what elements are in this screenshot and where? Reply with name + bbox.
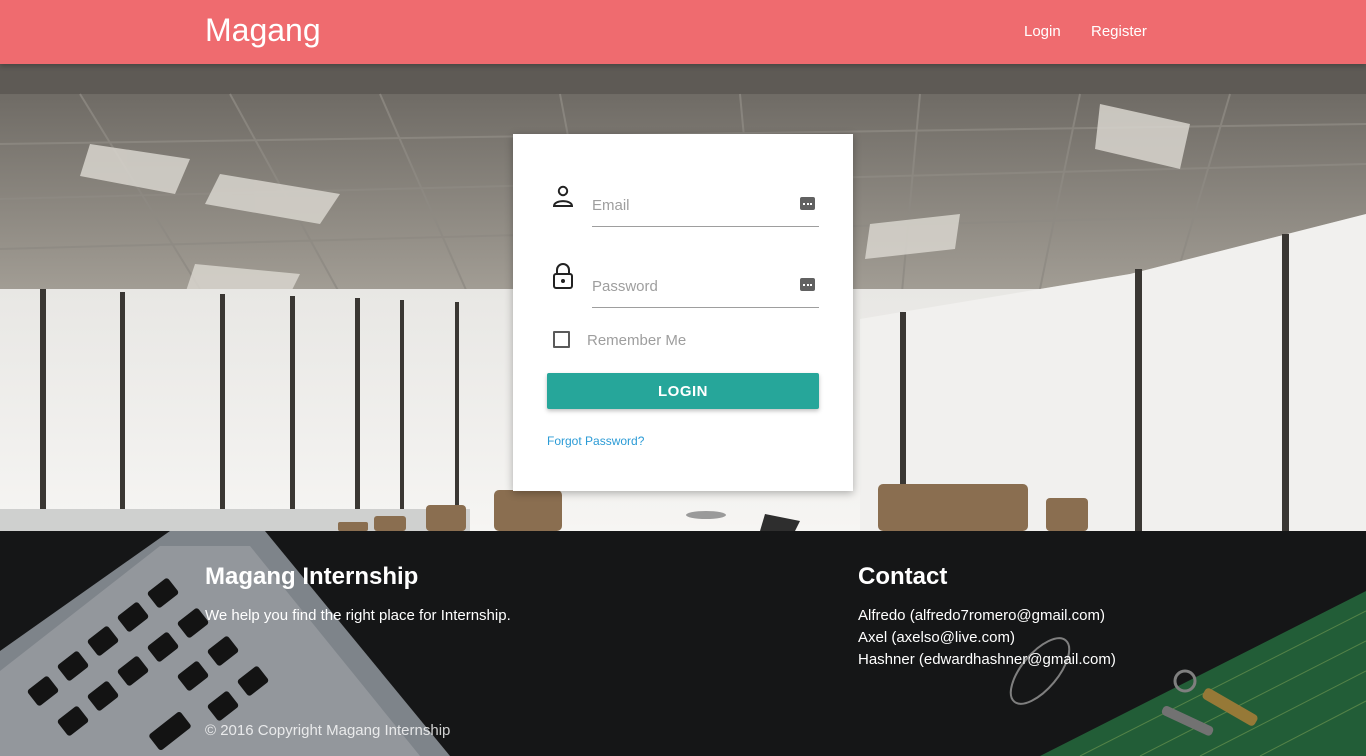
- contact-item: Hashner (edwardhashner@gmail.com): [858, 651, 1116, 668]
- person-icon: [551, 184, 575, 212]
- footer-about-title: Magang Internship: [205, 563, 419, 590]
- remember-me-label[interactable]: Remember Me: [587, 332, 686, 349]
- brand-logo[interactable]: Magang: [205, 12, 321, 49]
- login-button[interactable]: LOGIN: [547, 373, 819, 409]
- contact-item: Axel (axelso@live.com): [858, 629, 1015, 646]
- footer: Magang Internship We help you find the r…: [0, 531, 1366, 756]
- key-icon[interactable]: [800, 197, 815, 210]
- email-input[interactable]: [592, 197, 782, 214]
- contact-item: Alfredo (alfredo7romero@gmail.com): [858, 607, 1105, 624]
- footer-about-text: We help you find the right place for Int…: [205, 607, 511, 624]
- forgot-password-link[interactable]: Forgot Password?: [547, 434, 644, 448]
- hero-background: Remember Me LOGIN Forgot Password?: [0, 64, 1366, 531]
- login-card: Remember Me LOGIN Forgot Password?: [513, 134, 853, 491]
- key-icon[interactable]: [800, 278, 815, 291]
- navbar: Magang Login Register: [0, 0, 1366, 64]
- nav-register-link[interactable]: Register: [1091, 23, 1147, 40]
- footer-contact-title: Contact: [858, 563, 948, 590]
- remember-me-checkbox[interactable]: [553, 331, 570, 348]
- password-input[interactable]: [592, 278, 782, 295]
- lock-icon: [551, 262, 575, 290]
- copyright-text: © 2016 Copyright Magang Internship: [205, 722, 451, 739]
- password-field-wrapper: [592, 264, 819, 308]
- email-field-wrapper: [592, 183, 819, 227]
- nav-login-link[interactable]: Login: [1024, 23, 1061, 40]
